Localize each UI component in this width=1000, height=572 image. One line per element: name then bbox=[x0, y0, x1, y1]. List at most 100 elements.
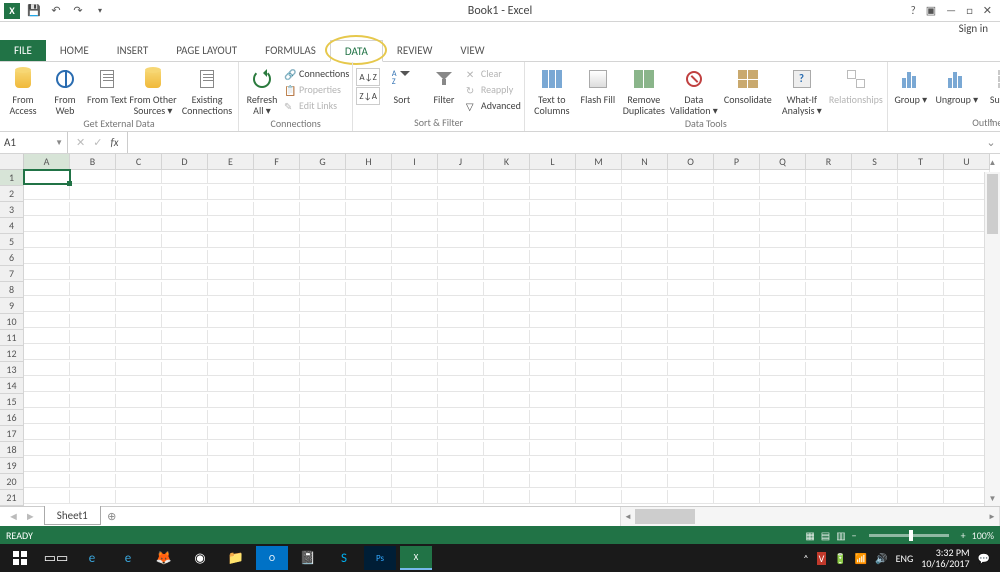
worksheet-grid[interactable]: ABCDEFGHIJKLMNOPQRSTU1234567891011121314… bbox=[0, 154, 1000, 506]
cell[interactable] bbox=[116, 218, 162, 232]
tab-page-layout[interactable]: PAGE LAYOUT bbox=[162, 40, 251, 61]
cell[interactable] bbox=[714, 250, 760, 264]
cell[interactable] bbox=[852, 218, 898, 232]
cell[interactable] bbox=[668, 186, 714, 200]
name-box[interactable]: A1▼ bbox=[0, 132, 68, 153]
cell[interactable] bbox=[898, 218, 944, 232]
cell[interactable] bbox=[852, 490, 898, 504]
cell[interactable] bbox=[116, 426, 162, 440]
column-header[interactable]: R bbox=[806, 154, 852, 170]
cell[interactable] bbox=[208, 282, 254, 296]
cell[interactable] bbox=[760, 442, 806, 456]
cell[interactable] bbox=[346, 362, 392, 376]
qat-customize-icon[interactable]: ▾ bbox=[92, 3, 108, 19]
cell[interactable] bbox=[116, 282, 162, 296]
column-header[interactable]: S bbox=[852, 154, 898, 170]
cell[interactable] bbox=[760, 170, 806, 184]
cell[interactable] bbox=[24, 314, 70, 328]
namebox-dropdown-icon[interactable]: ▼ bbox=[55, 138, 63, 148]
cell[interactable] bbox=[898, 410, 944, 424]
row-header[interactable]: 11 bbox=[0, 330, 24, 346]
cell[interactable] bbox=[576, 298, 622, 312]
cell[interactable] bbox=[760, 234, 806, 248]
cell[interactable] bbox=[852, 266, 898, 280]
cell[interactable] bbox=[668, 170, 714, 184]
clear-button[interactable]: ✕Clear bbox=[466, 66, 521, 81]
cell[interactable] bbox=[852, 298, 898, 312]
cell[interactable] bbox=[116, 234, 162, 248]
cell[interactable] bbox=[576, 346, 622, 360]
cell[interactable] bbox=[576, 394, 622, 408]
cell[interactable] bbox=[346, 426, 392, 440]
cell[interactable] bbox=[392, 202, 438, 216]
cell[interactable] bbox=[622, 202, 668, 216]
cell[interactable] bbox=[530, 394, 576, 408]
cell[interactable] bbox=[438, 186, 484, 200]
cell[interactable] bbox=[254, 346, 300, 360]
cell[interactable] bbox=[668, 410, 714, 424]
column-header[interactable]: O bbox=[668, 154, 714, 170]
cell[interactable] bbox=[254, 490, 300, 504]
row-header[interactable]: 3 bbox=[0, 202, 24, 218]
cell[interactable] bbox=[346, 266, 392, 280]
cell[interactable] bbox=[668, 282, 714, 296]
cell[interactable] bbox=[392, 218, 438, 232]
cell[interactable] bbox=[162, 298, 208, 312]
task-view-icon[interactable]: ▭▭ bbox=[40, 546, 72, 570]
cell[interactable] bbox=[530, 458, 576, 472]
tray-app-icon[interactable]: V bbox=[817, 552, 827, 565]
filter-button[interactable]: Filter bbox=[424, 64, 464, 105]
cell[interactable] bbox=[346, 410, 392, 424]
cell[interactable] bbox=[116, 490, 162, 504]
cell[interactable] bbox=[162, 218, 208, 232]
insert-function-icon[interactable]: fx bbox=[110, 136, 118, 149]
cell[interactable] bbox=[484, 474, 530, 488]
cell[interactable] bbox=[576, 442, 622, 456]
cell[interactable] bbox=[254, 234, 300, 248]
ribbon-options-icon[interactable]: ▣ bbox=[926, 4, 936, 17]
cell[interactable] bbox=[622, 490, 668, 504]
tab-file[interactable]: FILE bbox=[0, 40, 46, 61]
subtotal-button[interactable]: Subtotal bbox=[983, 64, 1000, 105]
cell[interactable] bbox=[392, 250, 438, 264]
cell[interactable] bbox=[70, 186, 116, 200]
cell[interactable] bbox=[530, 186, 576, 200]
cell[interactable] bbox=[300, 314, 346, 328]
minimize-icon[interactable]: — bbox=[946, 4, 956, 17]
cell[interactable] bbox=[116, 202, 162, 216]
cell[interactable] bbox=[484, 186, 530, 200]
tab-home[interactable]: HOME bbox=[46, 40, 103, 61]
from-web-button[interactable]: From Web bbox=[45, 64, 85, 116]
outlook-icon[interactable]: O bbox=[256, 546, 288, 570]
cell[interactable] bbox=[484, 346, 530, 360]
cell[interactable] bbox=[714, 362, 760, 376]
cell[interactable] bbox=[438, 490, 484, 504]
network-icon[interactable]: 📶 bbox=[855, 552, 867, 565]
column-header[interactable]: I bbox=[392, 154, 438, 170]
cell[interactable] bbox=[392, 410, 438, 424]
cell[interactable] bbox=[806, 362, 852, 376]
vertical-scrollbar[interactable]: ▲ ▼ bbox=[984, 172, 1000, 506]
cell[interactable] bbox=[806, 330, 852, 344]
cell[interactable] bbox=[24, 378, 70, 392]
volume-icon[interactable]: 🔊 bbox=[875, 552, 887, 565]
row-header[interactable]: 6 bbox=[0, 250, 24, 266]
cell[interactable] bbox=[898, 346, 944, 360]
cell[interactable] bbox=[760, 266, 806, 280]
tray-chevron-icon[interactable]: ˄ bbox=[803, 552, 808, 565]
photoshop-icon[interactable]: Ps bbox=[364, 546, 396, 570]
edge-icon[interactable]: e bbox=[112, 546, 144, 570]
cell[interactable] bbox=[852, 346, 898, 360]
cell[interactable] bbox=[116, 378, 162, 392]
tab-insert[interactable]: INSERT bbox=[103, 40, 163, 61]
cell[interactable] bbox=[760, 474, 806, 488]
cell[interactable] bbox=[116, 346, 162, 360]
cell[interactable] bbox=[346, 314, 392, 328]
cell[interactable] bbox=[162, 282, 208, 296]
cell[interactable] bbox=[530, 362, 576, 376]
cell[interactable] bbox=[162, 250, 208, 264]
cell[interactable] bbox=[852, 426, 898, 440]
column-header[interactable]: A bbox=[24, 154, 70, 170]
column-header[interactable]: Q bbox=[760, 154, 806, 170]
cell[interactable] bbox=[24, 250, 70, 264]
